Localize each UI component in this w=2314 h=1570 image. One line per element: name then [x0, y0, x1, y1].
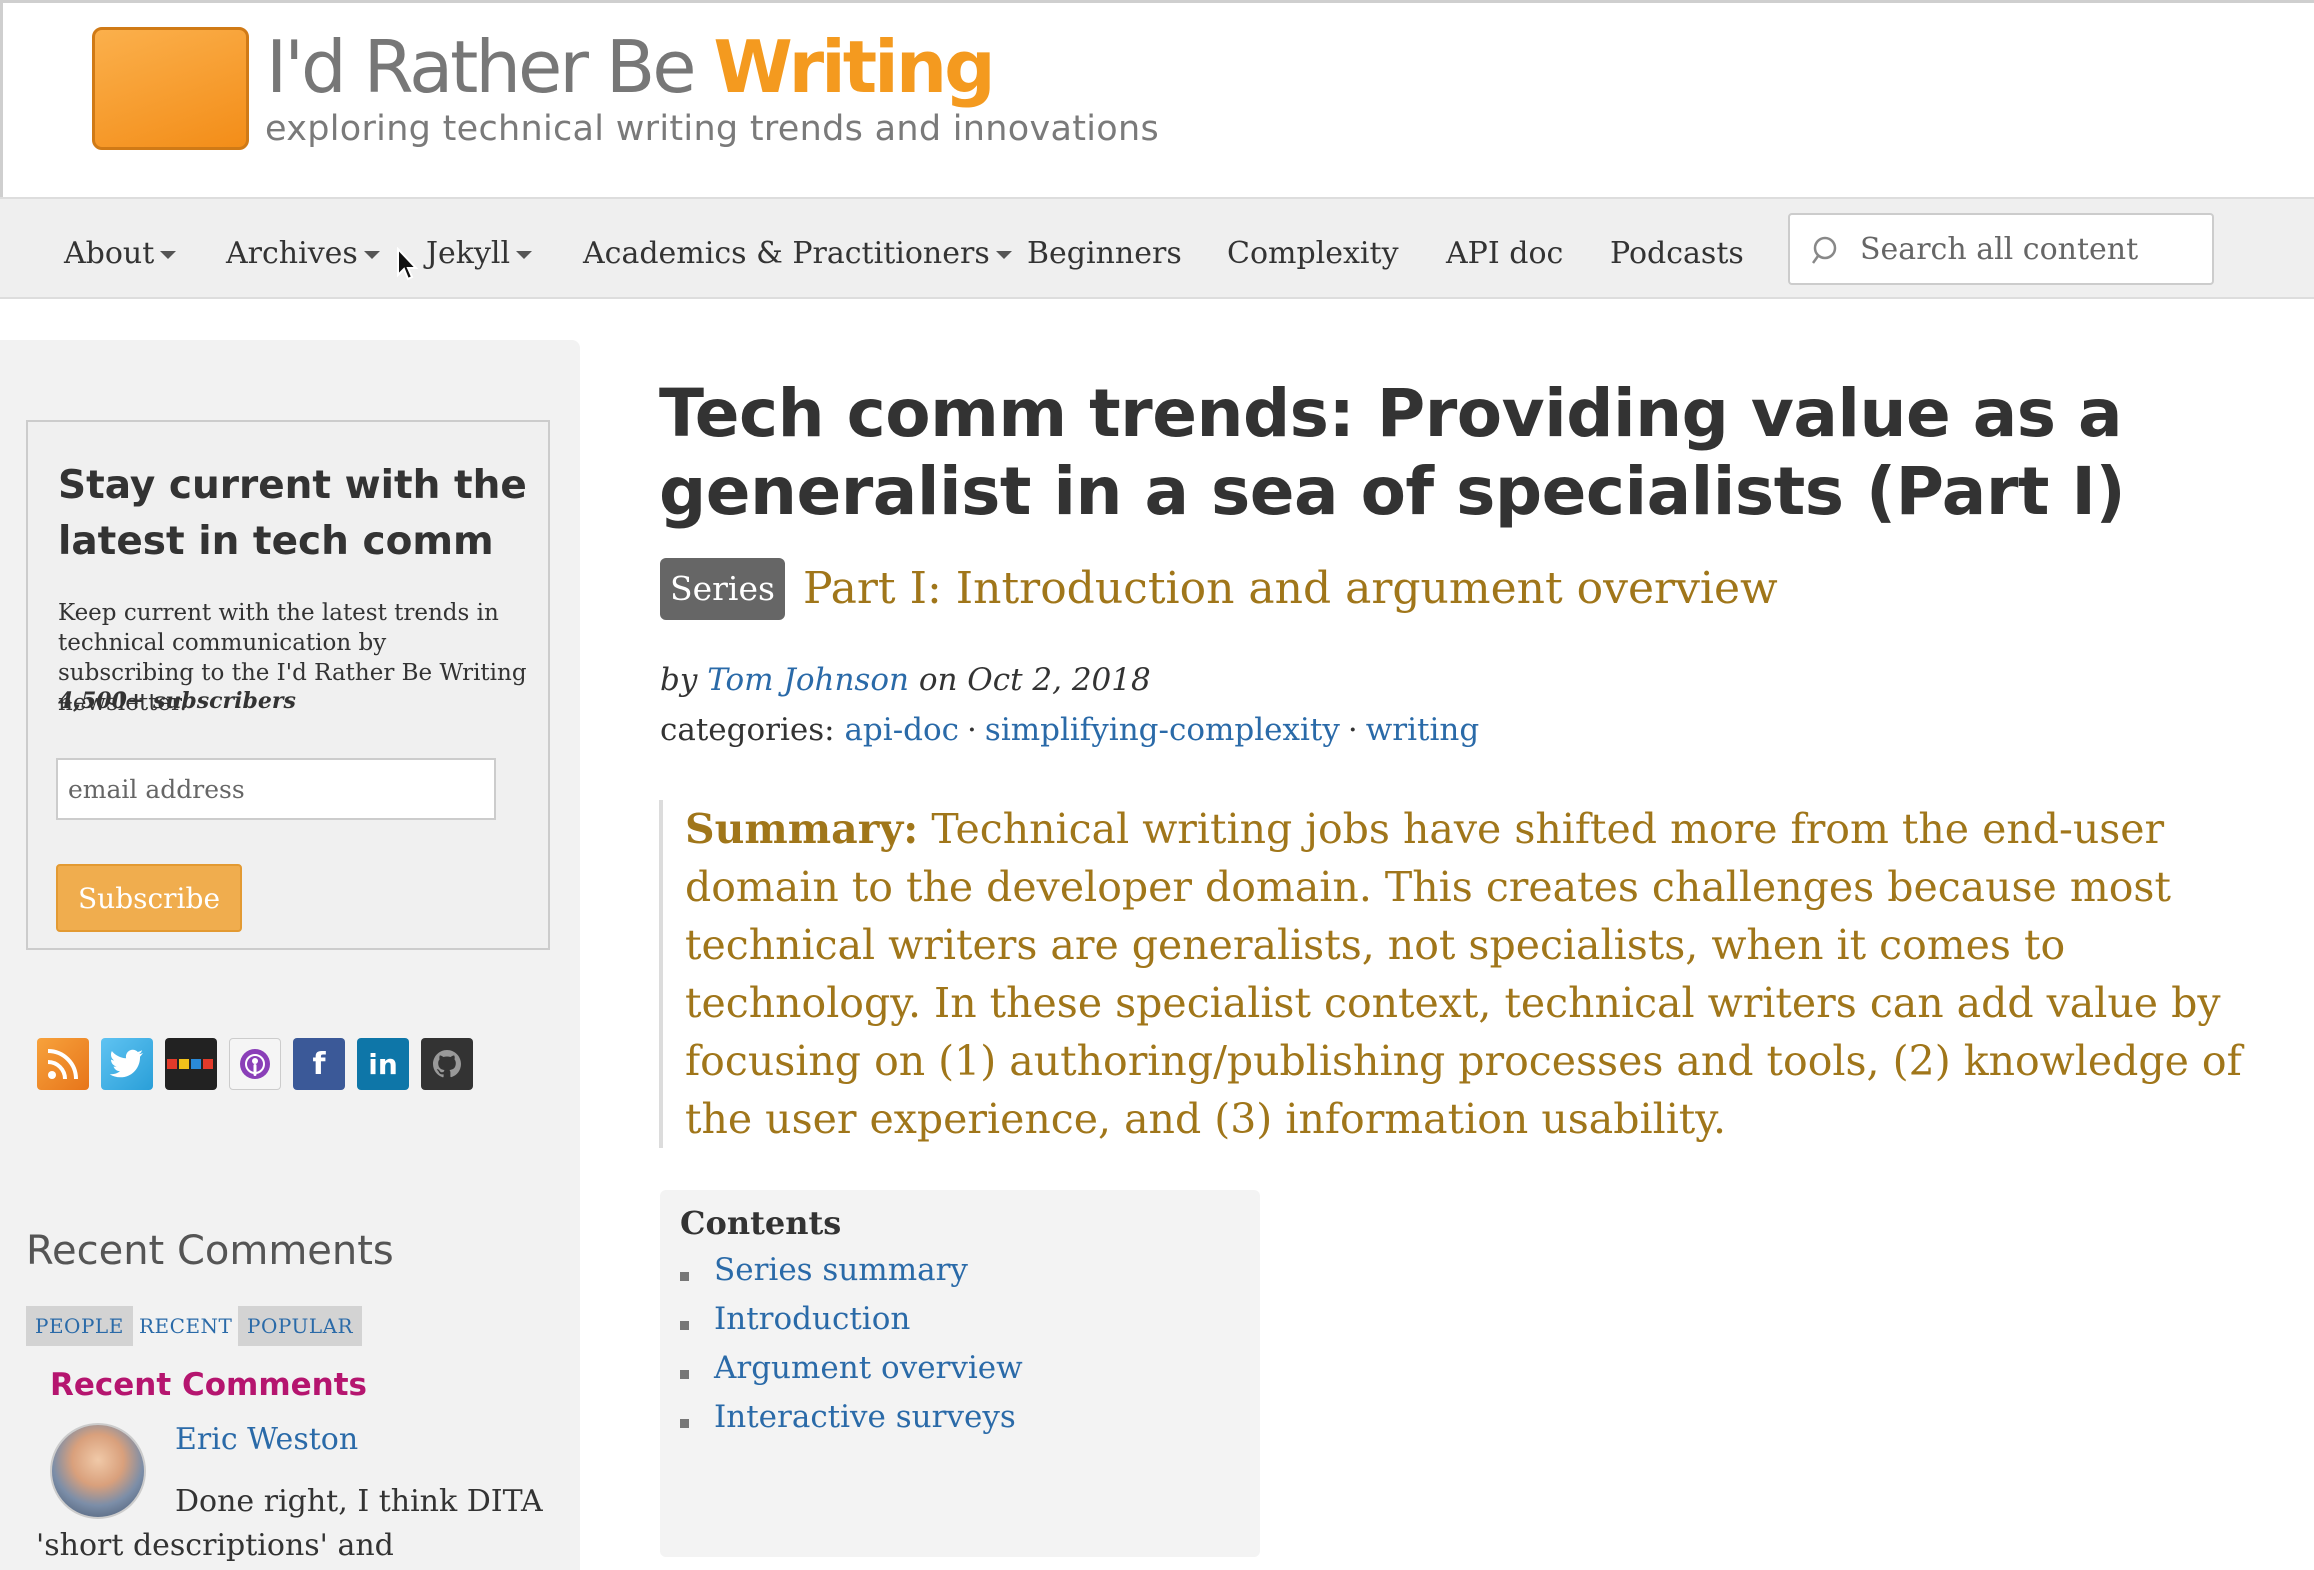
subscriber-count: 4,500+ subscribers [58, 688, 296, 714]
list-bullet [680, 1419, 689, 1428]
main-nav: About Archives Jekyll Academics & Practi… [0, 197, 2314, 299]
tab-popular[interactable]: POPULAR [238, 1306, 363, 1346]
site-header: I'd Rather Be Writing exploring technica… [0, 0, 2314, 197]
linkedin-icon[interactable]: in [357, 1038, 409, 1090]
post-date: on Oct 2, 2018 [908, 662, 1151, 698]
site-title-main: I'd Rather Be [266, 25, 714, 109]
author-link[interactable]: Tom Johnson [707, 662, 909, 698]
list-bullet [680, 1272, 689, 1281]
page-title: Tech comm trends: Providing value as a g… [659, 375, 2126, 530]
summary-label: Summary: [685, 805, 919, 853]
category-separator: · [967, 712, 977, 748]
byline-prefix: by [660, 662, 708, 698]
recent-comments-subheading: Recent Comments [50, 1367, 367, 1403]
search-input[interactable] [1860, 229, 2200, 269]
toc-link-argument-overview[interactable]: Argument overview [714, 1350, 1023, 1386]
toc-link-series-summary[interactable]: Series summary [714, 1252, 968, 1288]
nav-archives[interactable]: Archives [226, 236, 380, 271]
post-categories: categories: api-doc · simplifying-complexi… [660, 712, 1479, 748]
nav-academics[interactable]: Academics & Practitioners [583, 236, 1012, 271]
nav-podcasts[interactable]: Podcasts [1610, 236, 1744, 271]
toc-link-interactive-surveys[interactable]: Interactive surveys [714, 1399, 1016, 1435]
search-box[interactable] [1788, 213, 2214, 285]
search-icon [1812, 236, 1837, 264]
twitter-icon[interactable] [101, 1038, 153, 1090]
toc-title: Contents [680, 1204, 842, 1242]
site-logo[interactable] [92, 27, 249, 150]
post-summary: Summary: Technical writing jobs have shi… [659, 800, 2314, 1148]
chevron-down-icon [516, 251, 533, 259]
facebook-icon[interactable]: f [293, 1038, 345, 1090]
rss-icon[interactable] [37, 1038, 89, 1090]
github-icon[interactable] [421, 1038, 473, 1090]
nav-about-label: About [64, 236, 155, 271]
toc-link-introduction[interactable]: Introduction [714, 1301, 910, 1337]
chevron-down-icon [160, 251, 177, 259]
category-link-api-doc[interactable]: api-doc [844, 712, 959, 748]
list-bullet [680, 1321, 689, 1330]
newsletter-widget: Stay current with the latest in tech com… [26, 420, 550, 950]
nav-academics-label: Academics & Practitioners [583, 236, 990, 271]
nav-jekyll[interactable]: Jekyll [426, 236, 533, 271]
tab-people[interactable]: PEOPLE [26, 1306, 133, 1346]
chevron-down-icon [363, 251, 380, 259]
site-title[interactable]: I'd Rather Be Writing [266, 25, 996, 109]
site-tagline: exploring technical writing trends and i… [265, 109, 1160, 149]
nav-complexity[interactable]: Complexity [1227, 236, 1399, 271]
recent-comments-heading: Recent Comments [26, 1228, 394, 1274]
summary-text: Technical writing jobs have shifted more… [685, 805, 2242, 1143]
podcast-strip-icon[interactable] [165, 1038, 217, 1090]
table-of-contents: Contents Series summary Introduction Arg… [660, 1190, 1260, 1557]
series-badge: Series [660, 558, 785, 620]
nav-about[interactable]: About [64, 236, 177, 271]
nav-archives-label: Archives [226, 236, 358, 271]
nav-api-doc[interactable]: API doc [1446, 236, 1563, 271]
subscribe-button[interactable]: Subscribe [56, 864, 242, 932]
categories-label: categories: [660, 712, 845, 748]
nav-jekyll-label: Jekyll [426, 236, 511, 271]
chevron-down-icon [995, 251, 1012, 259]
comment-author-link[interactable]: Eric Weston [175, 1422, 358, 1457]
category-link-simplifying-complexity[interactable]: simplifying-complexity [985, 712, 1340, 748]
sidebar: Stay current with the latest in tech com… [0, 340, 580, 1570]
nav-beginners[interactable]: Beginners [1027, 236, 1182, 271]
newsletter-title: Stay current with the latest in tech com… [58, 463, 527, 564]
tab-recent[interactable]: RECENT [130, 1306, 241, 1346]
comment-excerpt: Done right, I think DITA 'short descript… [36, 1484, 543, 1563]
category-separator: · [1347, 712, 1358, 748]
category-link-writing[interactable]: writing [1366, 712, 1479, 748]
email-field[interactable] [56, 758, 496, 820]
series-part-title: Part I: Introduction and argument overvi… [803, 563, 1778, 614]
list-bullet [680, 1370, 689, 1379]
site-title-accent: Writing [713, 25, 995, 109]
mouse-cursor-icon [397, 247, 419, 281]
podcast-icon[interactable] [229, 1038, 281, 1090]
post-byline: by Tom Johnson on Oct 2, 2018 [660, 662, 1151, 698]
